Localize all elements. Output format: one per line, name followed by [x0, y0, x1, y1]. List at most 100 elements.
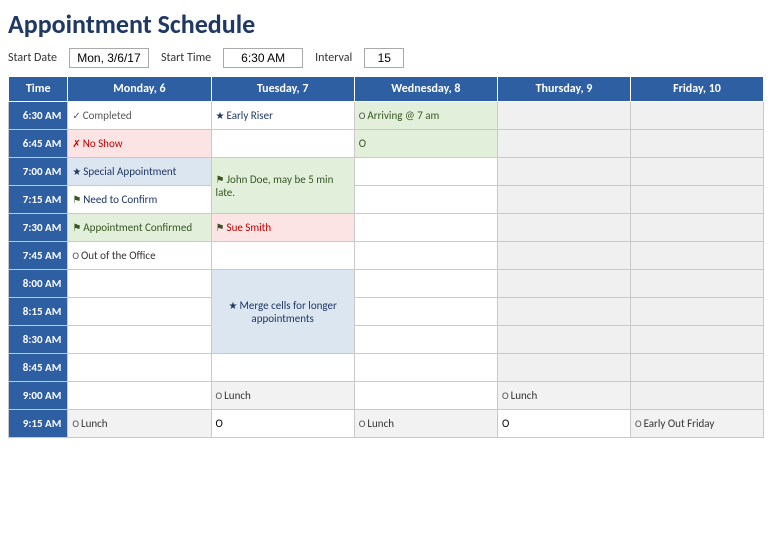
interval-input[interactable]: [364, 48, 404, 68]
circle-icon: O: [359, 109, 366, 122]
cell-monday-7-15-AM: ⚑Need to Confirm: [68, 186, 211, 214]
table-row: 6:45 AM✗No Show O: [9, 130, 764, 158]
cell-text: Lunch: [224, 389, 251, 402]
table-row: 8:15 AM: [9, 298, 764, 326]
cell-text: Out of the Office: [81, 249, 156, 262]
cell-monday-8-00-AM: [68, 270, 211, 298]
cell-friday-7-45-AM: [630, 242, 763, 270]
cell-wednesday-7-45-AM: [354, 242, 497, 270]
cell-text: O: [359, 137, 366, 150]
cell-thursday-8-15-AM: [497, 298, 630, 326]
table-row: 7:45 AMOOut of the Office: [9, 242, 764, 270]
cell-monday-8-30-AM: [68, 326, 211, 354]
cell-friday-6-30-AM: [630, 102, 763, 130]
time-cell: 9:15 AM: [9, 410, 68, 438]
x-icon: ✗: [72, 137, 80, 150]
cell-text: Sue Smith: [227, 221, 272, 234]
interval-label: Interval: [315, 51, 352, 65]
time-cell: 6:45 AM: [9, 130, 68, 158]
cell-tuesday-6-45-AM: [211, 130, 354, 158]
cell-tuesday-8-00-AM: ★Merge cells for longer appointments: [211, 270, 354, 354]
cell-wednesday-7-15-AM: [354, 186, 497, 214]
circle-icon: O: [216, 389, 223, 402]
cell-wednesday-9-00-AM: [354, 382, 497, 410]
cell-monday-8-15-AM: [68, 298, 211, 326]
cell-friday-8-30-AM: [630, 326, 763, 354]
flag-icon: ⚑: [216, 221, 225, 234]
cell-thursday-7-15-AM: [497, 186, 630, 214]
cell-thursday-8-30-AM: [497, 326, 630, 354]
time-cell: 7:30 AM: [9, 214, 68, 242]
start-time-label: Start Time: [161, 51, 211, 65]
time-cell: 7:00 AM: [9, 158, 68, 186]
cell-thursday-7-00-AM: [497, 158, 630, 186]
cell-monday-7-30-AM: ⚑Appointment Confirmed: [68, 214, 211, 242]
cell-text: Lunch: [367, 417, 394, 430]
time-cell: 9:00 AM: [9, 382, 68, 410]
cell-friday-7-00-AM: [630, 158, 763, 186]
cell-text: Appointment Confirmed: [83, 221, 192, 234]
cell-thursday-7-45-AM: [497, 242, 630, 270]
cell-monday-7-00-AM: ★Special Appointment: [68, 158, 211, 186]
circle-icon: O: [502, 389, 509, 402]
time-cell: 6:30 AM: [9, 102, 68, 130]
table-header-row: Time Monday, 6 Tuesday, 7 Wednesday, 8 T…: [9, 77, 764, 102]
cell-friday-8-00-AM: [630, 270, 763, 298]
cell-friday-9-00-AM: [630, 382, 763, 410]
cell-text: John Doe, may be 5 min late.: [216, 173, 334, 199]
cell-text: Need to Confirm: [83, 193, 157, 206]
cell-monday-9-15-AM: OLunch: [68, 410, 211, 438]
cell-tuesday-6-30-AM: ★Early Riser: [211, 102, 354, 130]
cell-monday-8-45-AM: [68, 354, 211, 382]
cell-wednesday-6-30-AM: OArriving @ 7 am: [354, 102, 497, 130]
cell-wednesday-8-30-AM: [354, 326, 497, 354]
cell-text: O: [216, 417, 223, 430]
cell-text: Lunch: [511, 389, 538, 402]
controls-bar: Start Date Start Time Interval: [8, 48, 764, 68]
cell-wednesday-8-45-AM: [354, 354, 497, 382]
start-date-label: Start Date: [8, 51, 57, 65]
cell-wednesday-8-15-AM: [354, 298, 497, 326]
star-icon: ★: [72, 165, 81, 178]
col-header-thursday: Thursday, 9: [497, 77, 630, 102]
cell-friday-9-15-AM: OEarly Out Friday: [630, 410, 763, 438]
table-row: 7:30 AM⚑Appointment Confirmed⚑Sue Smith: [9, 214, 764, 242]
col-header-friday: Friday, 10: [630, 77, 763, 102]
cell-monday-9-00-AM: [68, 382, 211, 410]
cell-wednesday-7-00-AM: [354, 158, 497, 186]
cell-thursday-6-30-AM: [497, 102, 630, 130]
cell-thursday-7-30-AM: [497, 214, 630, 242]
cell-friday-7-30-AM: [630, 214, 763, 242]
table-row: 7:15 AM⚑Need to Confirm: [9, 186, 764, 214]
check-icon: ✓: [72, 109, 80, 122]
flag-icon: ⚑: [216, 173, 225, 186]
start-time-input[interactable]: [223, 48, 303, 68]
cell-thursday-9-00-AM: OLunch: [497, 382, 630, 410]
cell-monday-6-45-AM: ✗No Show: [68, 130, 211, 158]
cell-tuesday-7-00-AM: ⚑John Doe, may be 5 min late.: [211, 158, 354, 214]
cell-thursday-8-00-AM: [497, 270, 630, 298]
time-cell: 7:15 AM: [9, 186, 68, 214]
star-icon: ★: [229, 299, 238, 312]
start-date-input[interactable]: [69, 48, 149, 68]
col-header-monday: Monday, 6: [68, 77, 211, 102]
cell-tuesday-9-15-AM: O: [211, 410, 354, 438]
circle-icon: O: [72, 417, 79, 430]
flag-icon: ⚑: [72, 193, 81, 206]
flag-icon: ⚑: [72, 221, 81, 234]
cell-wednesday-8-00-AM: [354, 270, 497, 298]
cell-tuesday-7-45-AM: [211, 242, 354, 270]
cell-wednesday-6-45-AM: O: [354, 130, 497, 158]
cell-wednesday-7-30-AM: [354, 214, 497, 242]
star-icon: ★: [216, 109, 225, 122]
cell-friday-6-45-AM: [630, 130, 763, 158]
cell-text: Arriving @ 7 am: [367, 109, 439, 122]
page-title: Appointment Schedule: [8, 8, 764, 40]
cell-friday-8-15-AM: [630, 298, 763, 326]
cell-text: Special Appointment: [83, 165, 176, 178]
circle-icon: O: [72, 249, 79, 262]
cell-text: Early Out Friday: [644, 417, 715, 430]
cell-monday-7-45-AM: OOut of the Office: [68, 242, 211, 270]
time-cell: 8:30 AM: [9, 326, 68, 354]
circle-icon: O: [359, 417, 366, 430]
